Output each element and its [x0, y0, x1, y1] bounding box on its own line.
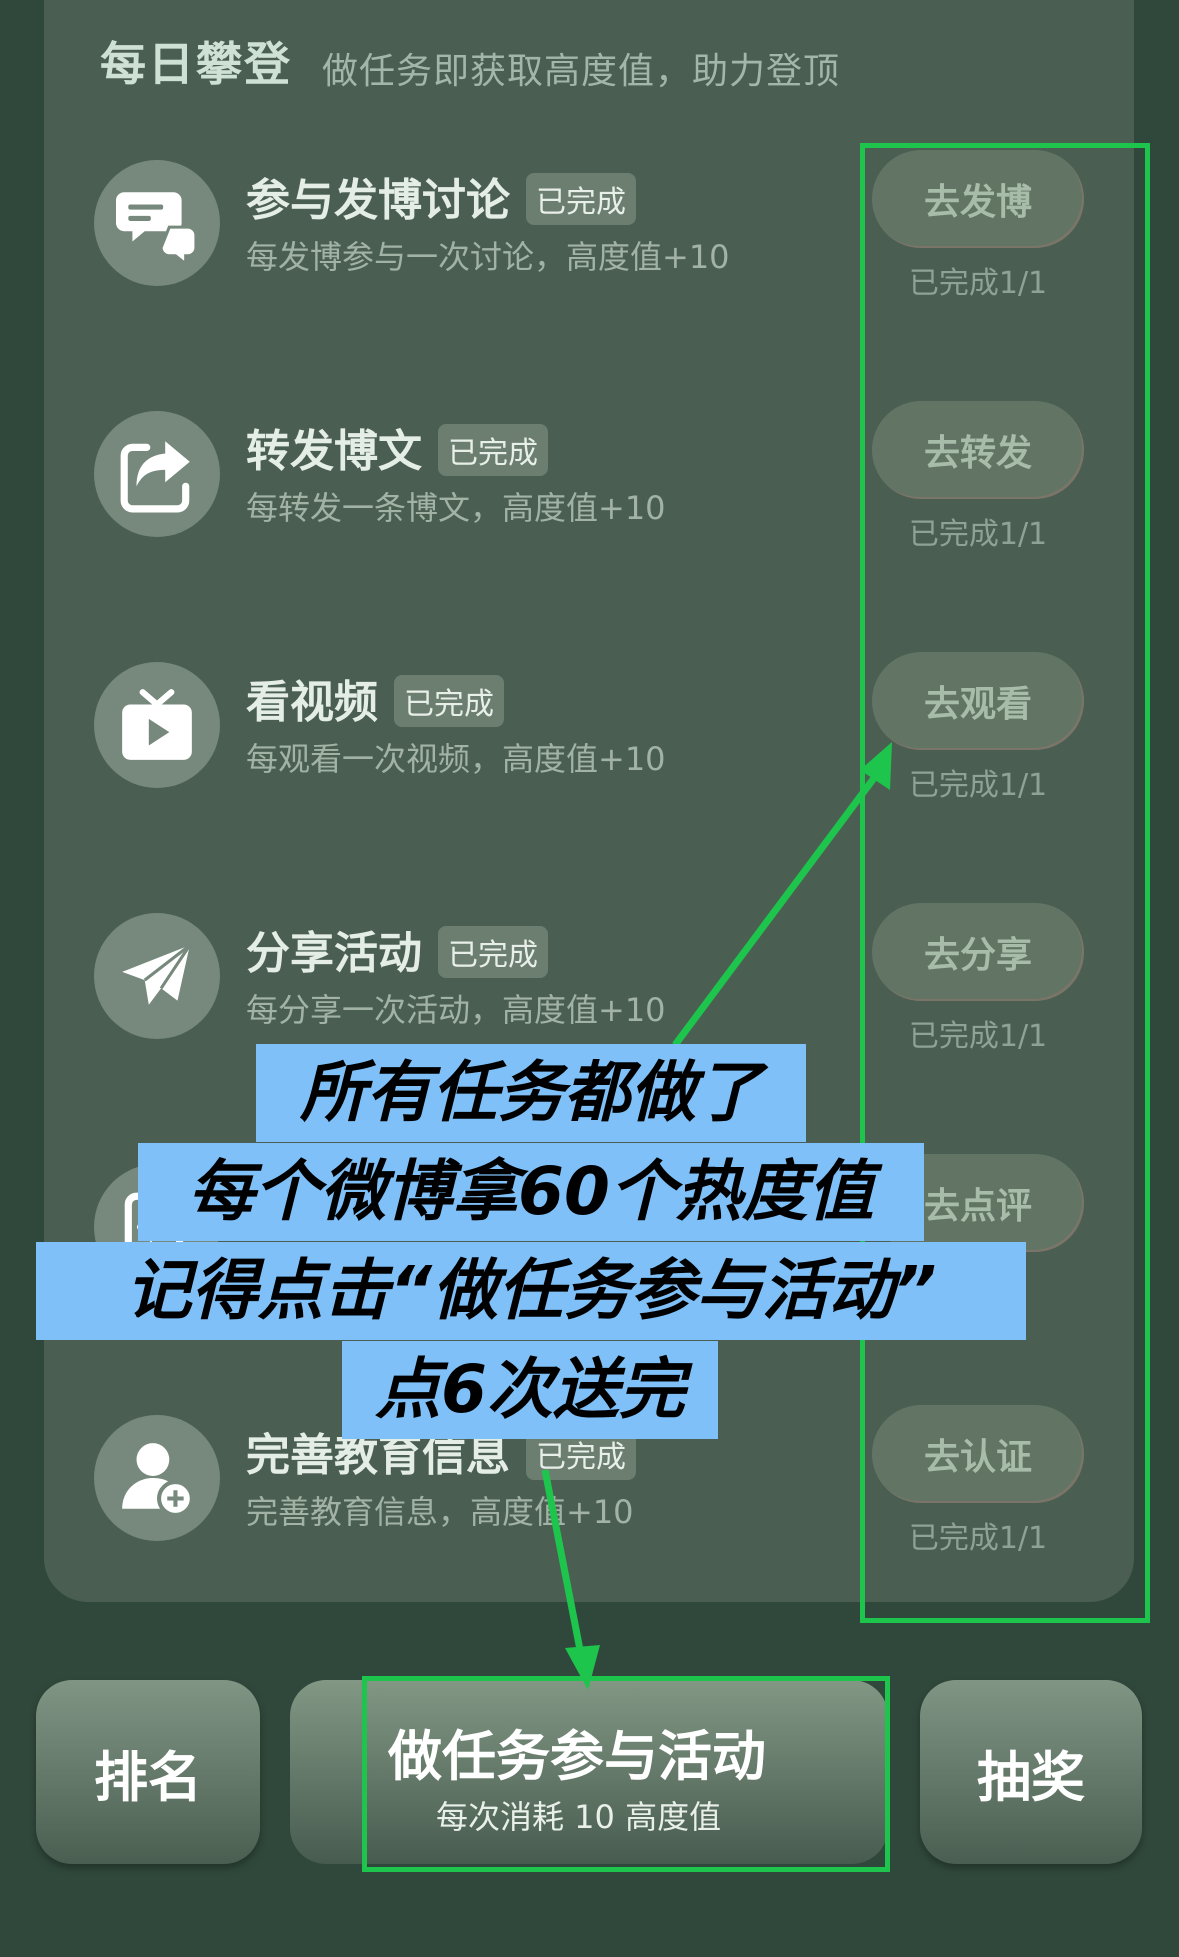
annotation-arrows	[541, 742, 892, 1690]
annotation-line-1: 所有任务都做了	[256, 1044, 806, 1142]
annotation-line-2: 每个微博拿60个热度值	[138, 1143, 924, 1241]
annotation-line-4: 点6次送完	[342, 1341, 718, 1439]
annotation-line-3: 记得点击“做任务参与活动”	[36, 1242, 1026, 1340]
